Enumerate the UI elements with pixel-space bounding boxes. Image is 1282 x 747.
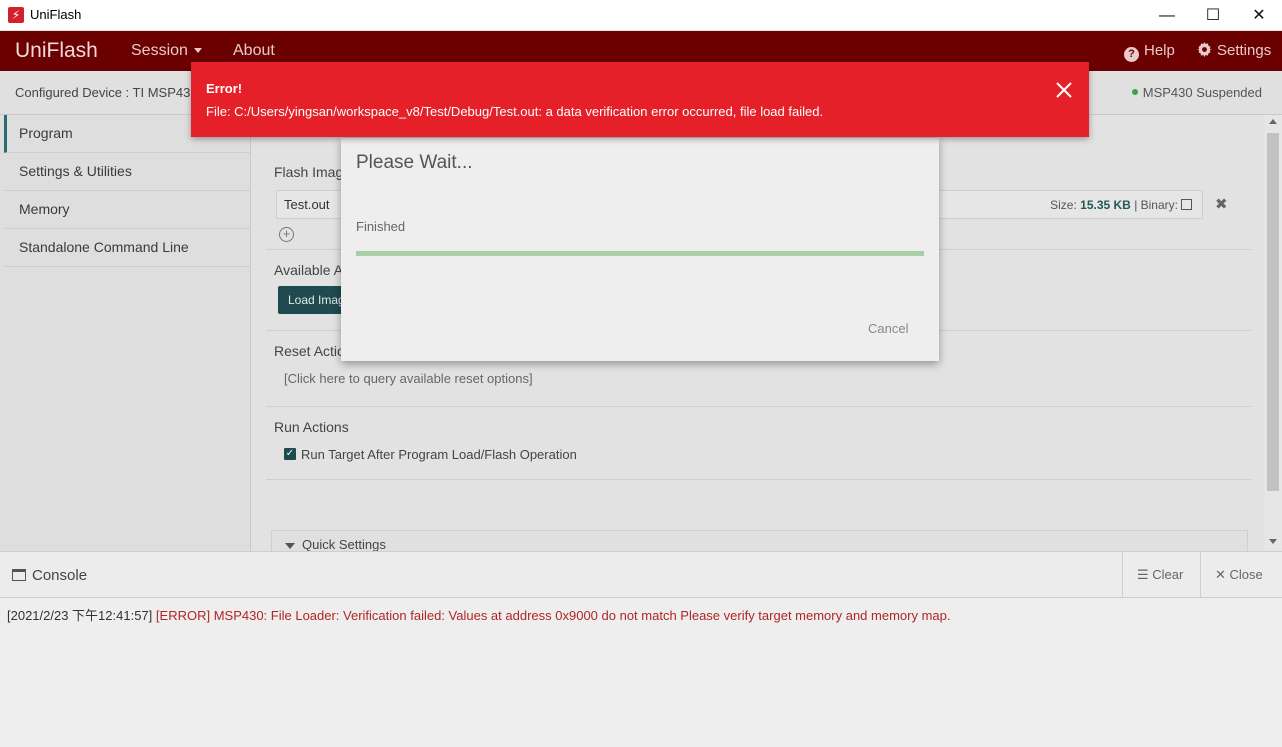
console-close-button[interactable]: ✕ Close [1200, 552, 1282, 598]
size-label: Size: [1050, 198, 1077, 212]
gear-icon [1197, 42, 1212, 57]
dialog-status: Finished [356, 219, 406, 234]
sidebar-item-memory[interactable]: Memory [4, 191, 250, 229]
log-line: [2021/2/23 下午12:41:57] [ERROR] MSP430: F… [7, 605, 951, 624]
reset-options-link[interactable]: [Click here to query available reset opt… [284, 371, 533, 386]
device-status-text: MSP430 Suspended [1142, 85, 1262, 100]
available-actions-heading: Available A [274, 262, 344, 278]
add-image-icon[interactable]: + [279, 227, 294, 242]
cancel-button[interactable]: Cancel [868, 321, 908, 336]
progress-fill [356, 251, 924, 256]
close-icon[interactable] [1053, 79, 1075, 101]
scroll-down-icon[interactable] [1269, 539, 1277, 544]
quick-settings-label: Quick Settings [302, 537, 386, 552]
configured-device-label: Configured Device : TI MSP43 [15, 85, 191, 100]
about-menu[interactable]: About [233, 42, 275, 60]
log-message: [ERROR] MSP430: File Loader: Verificatio… [155, 608, 951, 623]
toast-message: File: C:/Users/yingsan/workspace_v8/Test… [206, 104, 824, 119]
log-timestamp: [2021/2/23 下午12:41:57] [7, 608, 153, 623]
status-dot-icon [1131, 89, 1138, 95]
lines-icon: ☰ [1137, 567, 1149, 582]
session-menu[interactable]: Session [131, 42, 202, 60]
reset-actions-heading: Reset Actio [274, 343, 345, 359]
scroll-up-icon[interactable] [1269, 119, 1277, 124]
help-button[interactable]: ? Help [1124, 42, 1175, 62]
binary-label: | Binary: [1134, 198, 1178, 212]
brand-logo-text[interactable]: UniFlash [15, 39, 98, 63]
main-scrollbar[interactable] [1264, 115, 1282, 551]
window-icon [12, 569, 26, 581]
console-output: [2021/2/23 下午12:41:57] [ERROR] MSP430: F… [0, 598, 1282, 747]
run-target-checkbox[interactable]: ✓ [284, 448, 296, 460]
quick-settings-toggle[interactable]: Quick Settings [271, 530, 1248, 552]
divider [266, 406, 1251, 407]
caret-down-icon [285, 543, 295, 549]
remove-image-icon[interactable]: ✖ [1215, 195, 1228, 213]
run-actions-heading: Run Actions [274, 419, 349, 435]
sidebar-item-settings-utilities[interactable]: Settings & Utilities [4, 153, 250, 191]
window-titlebar: ⚡ UniFlash — ☐ ✕ [0, 0, 1282, 31]
please-wait-dialog: Please Wait... Finished Cancel [341, 138, 939, 361]
progress-bar [356, 251, 924, 256]
window-close-button[interactable]: ✕ [1236, 0, 1282, 31]
size-value: 15.35 KB [1080, 198, 1131, 212]
console-clear-button[interactable]: ☰ Clear [1122, 552, 1200, 598]
scrollbar-thumb[interactable] [1267, 133, 1279, 491]
run-target-label: Run Target After Program Load/Flash Oper… [301, 447, 577, 462]
sidebar-item-standalone-command-line[interactable]: Standalone Command Line [4, 229, 250, 267]
binary-checkbox[interactable] [1181, 199, 1192, 210]
file-name[interactable]: Test.out [284, 197, 330, 212]
sidebar: Program Settings & Utilities Memory Stan… [0, 115, 251, 551]
dialog-title: Please Wait... [356, 152, 473, 173]
uniflash-app-icon: ⚡ [8, 7, 24, 23]
clear-label: Clear [1152, 567, 1184, 582]
console-title: Console [32, 567, 88, 584]
divider [266, 479, 1251, 480]
question-icon: ? [1124, 47, 1139, 62]
flash-image-heading: Flash Imag [274, 164, 344, 180]
console-header: Console ☰ Clear ✕ Close [0, 551, 1282, 598]
window-title: UniFlash [30, 7, 82, 22]
chevron-down-icon [193, 48, 202, 54]
close-icon: ✕ [1215, 567, 1226, 582]
minimize-button[interactable]: — [1144, 0, 1190, 31]
close-label: Close [1229, 567, 1263, 582]
toast-title: Error! [206, 81, 243, 96]
help-label: Help [1144, 42, 1175, 59]
device-status: MSP430 Suspended [1131, 85, 1262, 100]
file-meta: Size: 15.35 KB | Binary: [1050, 198, 1192, 212]
settings-label: Settings [1217, 42, 1272, 59]
error-toast: Error! File: C:/Users/yingsan/workspace_… [191, 62, 1089, 137]
session-menu-label: Session [131, 42, 188, 59]
load-image-button[interactable]: Load Imag [278, 286, 348, 314]
maximize-button[interactable]: ☐ [1190, 0, 1236, 31]
settings-button[interactable]: Settings [1197, 42, 1271, 59]
